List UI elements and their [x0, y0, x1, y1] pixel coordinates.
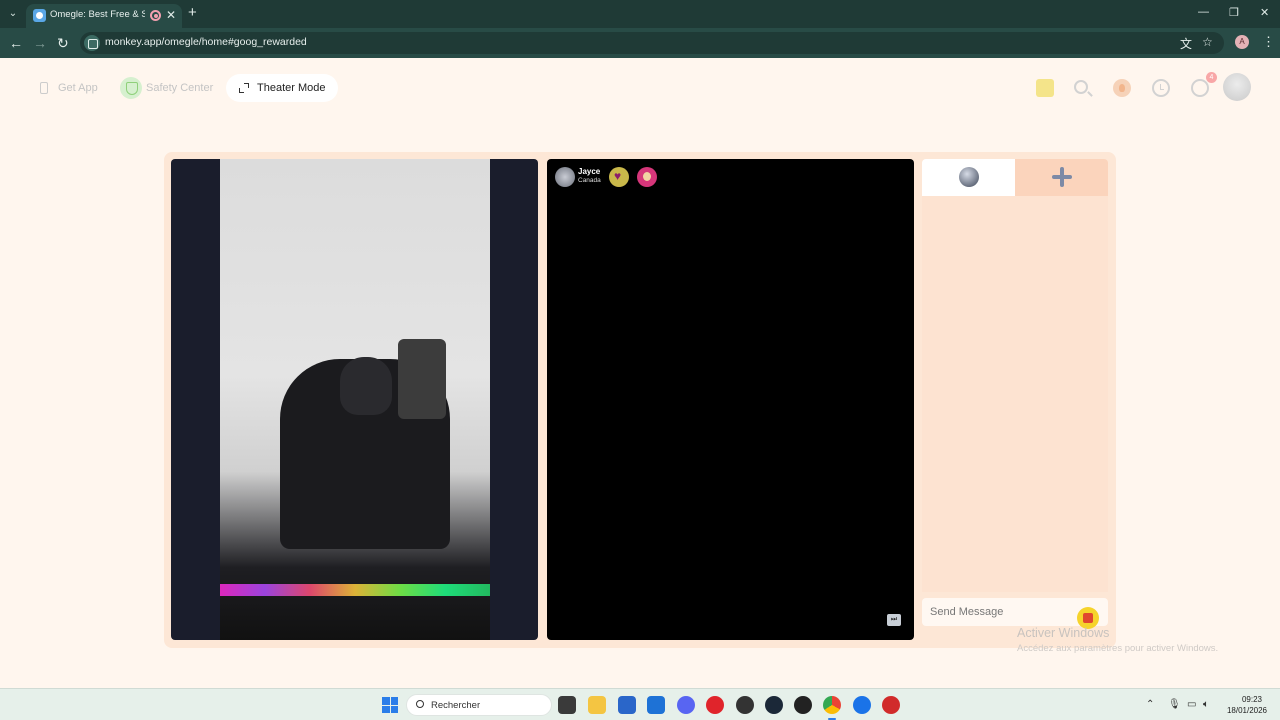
browser-menu-icon[interactable]: ⋮ — [1262, 34, 1275, 50]
search-icon — [416, 700, 424, 708]
task-view-icon[interactable] — [558, 696, 576, 714]
skip-next-icon[interactable]: ⏭ — [887, 614, 901, 626]
close-window-icon[interactable]: ✕ — [1260, 6, 1269, 19]
activate-windows-title: Activer Windows — [1017, 626, 1110, 640]
profile-badge-icon — [637, 167, 657, 187]
chat-messages-area — [922, 196, 1108, 592]
history-icon[interactable] — [1152, 79, 1170, 97]
remote-user-country: Canada — [578, 177, 601, 184]
steam-icon[interactable] — [765, 696, 783, 714]
translate-icon[interactable]: 文 — [1180, 35, 1192, 52]
microphone-icon[interactable]: 🎙︎ — [1168, 699, 1181, 710]
clock-date[interactable]: 18/01/2026 — [1222, 706, 1272, 715]
theater-mode-label: Theater Mode — [257, 82, 326, 94]
clock-time[interactable]: 09:23 — [1232, 695, 1272, 704]
app-icon[interactable] — [794, 696, 812, 714]
activate-windows-subtitle: Accédez aux paramètres pour activer Wind… — [1017, 643, 1219, 654]
search-icon[interactable] — [1074, 80, 1088, 94]
show-hidden-icons-chevron-icon[interactable]: ⌃ — [1146, 699, 1154, 710]
tab-search-chevron-icon[interactable]: ⌄ — [5, 6, 21, 22]
browser-tab-bar: ⌄ Omegle: Best Free & Safe V ✕ + — ❐ ✕ — [0, 0, 1280, 28]
omegle-favicon-icon — [33, 9, 46, 22]
microsoft-store-icon[interactable] — [618, 696, 636, 714]
message-box — [922, 598, 1108, 629]
volume-icon[interactable]: 🔈︎ — [1203, 699, 1209, 710]
remote-user-name: Jayce — [578, 167, 601, 176]
hanging-shirt — [398, 339, 446, 419]
close-tab-icon[interactable]: ✕ — [166, 8, 176, 22]
new-tab-button[interactable]: + — [188, 4, 197, 21]
send-message-input[interactable] — [930, 603, 1070, 621]
get-app-link[interactable]: Get App — [40, 74, 98, 102]
shield-icon — [120, 77, 142, 99]
heart-badge-icon — [609, 167, 629, 187]
opera-icon[interactable] — [706, 696, 724, 714]
tab-global[interactable] — [922, 159, 1015, 196]
chrome-icon[interactable] — [823, 696, 841, 720]
browser-profile-avatar[interactable]: A — [1235, 35, 1249, 49]
remote-video: Jayce Canada ⏭ — [547, 159, 914, 640]
media-player-icon[interactable] — [882, 696, 900, 714]
address-bar: ← → ↻ monkey.app/omegle/home#goog_reward… — [0, 28, 1280, 58]
person-head — [340, 357, 392, 415]
site-info-icon[interactable] — [84, 35, 100, 51]
browser-tab[interactable]: Omegle: Best Free & Safe V ✕ — [26, 4, 182, 28]
browser-app-icon[interactable] — [853, 696, 871, 714]
rgb-keyboard — [220, 584, 490, 596]
tab-title: Omegle: Best Free & Safe V — [50, 9, 145, 20]
globe-icon — [959, 167, 979, 187]
forward-arrow-icon[interactable]: → — [33, 35, 47, 51]
minimize-window-icon[interactable]: — — [1198, 6, 1209, 18]
expand-icon — [239, 83, 249, 93]
remote-user-avatar[interactable] — [555, 167, 575, 187]
outlook-icon[interactable] — [647, 696, 665, 714]
messages-badge: 4 — [1206, 72, 1217, 83]
local-camera-video — [171, 159, 538, 640]
theater-mode-button[interactable]: Theater Mode — [226, 74, 339, 102]
bookmark-star-icon[interactable]: ☆ — [1202, 35, 1213, 49]
reload-icon[interactable]: ↻ — [57, 35, 69, 51]
camera-feed — [220, 159, 490, 640]
phone-icon — [40, 82, 48, 94]
chat-tabs — [922, 159, 1108, 196]
file-explorer-icon[interactable] — [588, 696, 606, 714]
shop-icon[interactable] — [1036, 79, 1054, 97]
safety-center-label: Safety Center — [146, 82, 214, 94]
windows-taskbar: Rechercher ⌃ 🎙︎ ▭ 🔈︎ 09:23 18/01/2026 — [0, 688, 1280, 720]
network-icon[interactable]: ▭ — [1187, 699, 1196, 710]
windows-start-icon[interactable] — [382, 697, 398, 713]
plane-icon — [1052, 167, 1072, 187]
messages-icon[interactable] — [1191, 79, 1209, 97]
obs-icon[interactable] — [736, 696, 754, 714]
get-app-label: Get App — [58, 82, 98, 94]
omnibox[interactable]: monkey.app/omegle/home#goog_rewarded 文 ☆ — [80, 32, 1224, 54]
taskbar-search-label: Rechercher — [431, 700, 481, 711]
restore-window-icon[interactable]: ❐ — [1229, 6, 1239, 19]
back-arrow-icon[interactable]: ← — [9, 35, 23, 51]
fire-icon[interactable] — [1113, 79, 1131, 97]
url-text[interactable]: monkey.app/omegle/home#goog_rewarded — [105, 36, 307, 48]
taskbar-search[interactable]: Rechercher — [406, 694, 552, 716]
safety-center-link[interactable]: Safety Center — [120, 74, 213, 102]
user-avatar[interactable] — [1223, 73, 1251, 101]
tab-travel[interactable] — [1015, 159, 1108, 196]
discord-icon[interactable] — [677, 696, 695, 714]
recording-indicator-icon — [150, 10, 161, 21]
